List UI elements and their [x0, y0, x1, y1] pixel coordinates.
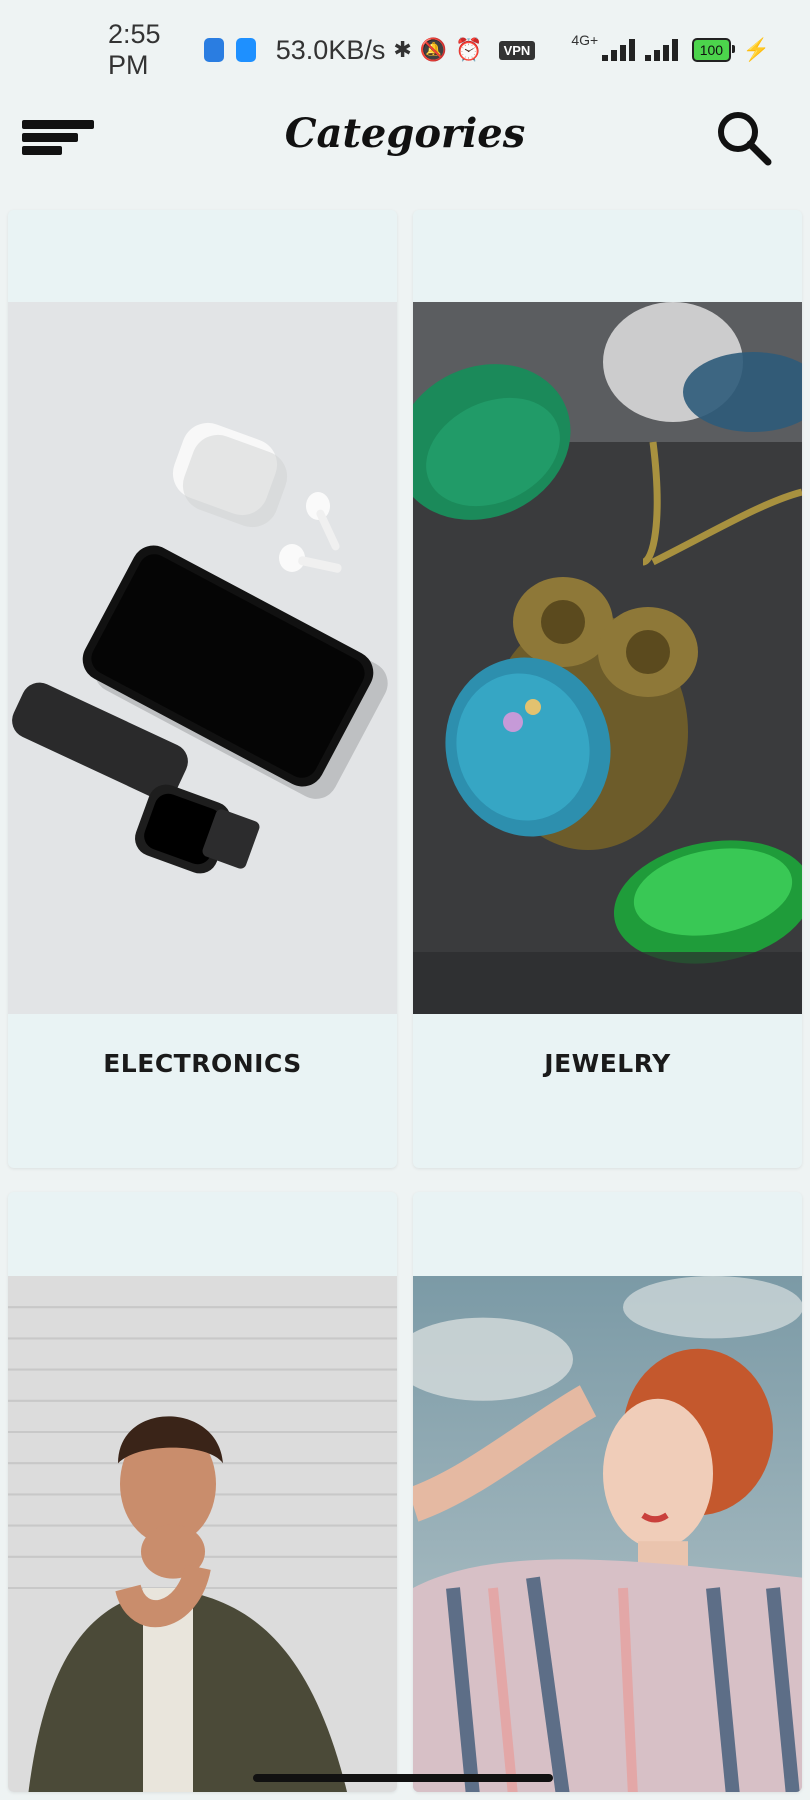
page-title: Categories: [284, 110, 526, 157]
signal-icon-2: [645, 39, 679, 61]
mens-clothing-image: [8, 1276, 397, 1792]
battery-level: 100: [699, 42, 724, 58]
status-bar: 2:55 PM 53.0KB/s ✱ 🔕 ⏰ VPN 4G+ 100 ⚡: [108, 19, 771, 80]
status-time: 2:55 PM: [108, 19, 161, 80]
bluetooth-icon: ✱: [393, 37, 412, 62]
app-bar: Categories: [0, 90, 810, 190]
home-indicator[interactable]: [253, 1774, 553, 1782]
charging-icon: ⚡: [742, 37, 771, 62]
womens-clothing-image: [413, 1276, 802, 1792]
search-icon: [718, 112, 772, 166]
jewelry-image: [413, 302, 802, 1014]
category-label: JEWELRY: [544, 1048, 671, 1078]
network-speed: 53.0KB/s: [275, 34, 386, 65]
electronics-image: [8, 302, 397, 1014]
battery-icon: 100: [692, 38, 736, 62]
alarm-icon: ⏰: [455, 37, 483, 62]
category-label: ELECTRONICS: [103, 1048, 302, 1078]
signal-icon: [602, 39, 636, 61]
category-grid: ELECTRONICS JEWELRY: [8, 210, 802, 1792]
card-top: [413, 210, 802, 302]
category-card-mens[interactable]: [8, 1192, 397, 1792]
screen: 2:55 PM 53.0KB/s ✱ 🔕 ⏰ VPN 4G+ 100 ⚡ Cat…: [0, 0, 810, 1800]
category-card-jewelry[interactable]: JEWELRY: [413, 210, 802, 1168]
card-top: [413, 1192, 802, 1276]
mute-icon: 🔕: [419, 37, 448, 62]
card-top: [8, 1192, 397, 1276]
card-top: [8, 210, 397, 302]
network-type: 4G+: [571, 32, 599, 48]
search-button[interactable]: [714, 108, 774, 168]
vpn-badge: VPN: [498, 40, 536, 60]
app-store-icon: [236, 38, 256, 62]
category-card-womens[interactable]: [413, 1192, 802, 1792]
category-card-electronics[interactable]: ELECTRONICS: [8, 210, 397, 1168]
notification-app-icon: [204, 38, 225, 62]
